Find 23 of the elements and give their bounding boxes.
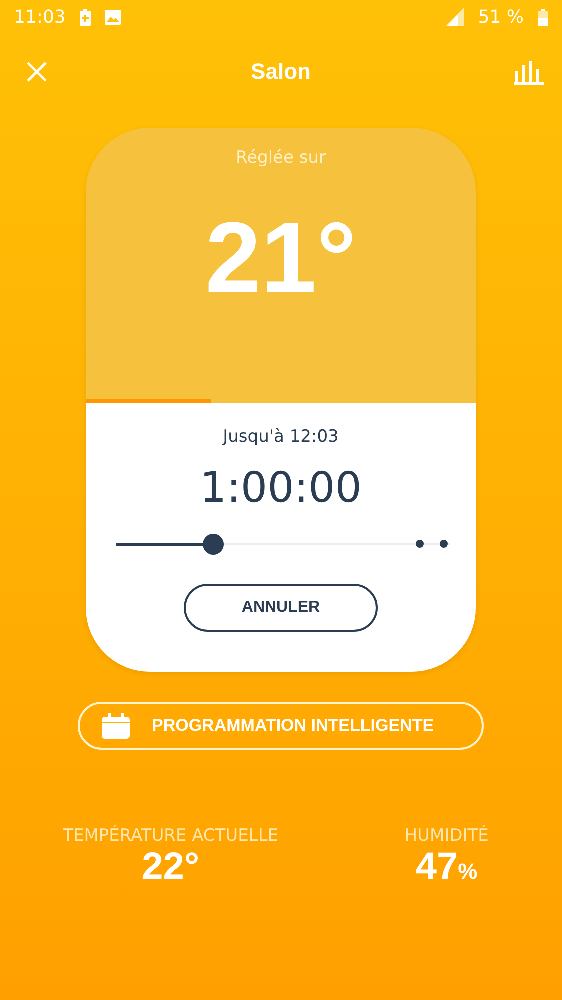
countdown-timer: 1:00:00 xyxy=(200,463,362,512)
unit-label: % xyxy=(458,859,478,885)
calendar-icon xyxy=(102,713,130,739)
slider-tick-dot xyxy=(416,540,424,548)
setpoint-value: 21° xyxy=(205,208,357,308)
signal-icon xyxy=(444,8,464,26)
battery-icon xyxy=(538,8,548,26)
battery-percentage: 51 % xyxy=(478,6,524,28)
reading-label: HUMIDITÉ xyxy=(404,826,489,846)
setpoint-label: Réglée sur xyxy=(236,148,326,168)
slider-tick-dot xyxy=(440,540,448,548)
image-icon xyxy=(104,10,121,24)
reading-label: TEMPÉRATURE ACTUELLE xyxy=(63,826,279,846)
cancel-button[interactable]: ANNULER xyxy=(184,584,378,632)
reading-value: 22° xyxy=(142,846,200,889)
room-title: Salon xyxy=(251,59,311,85)
status-time: 11:03 xyxy=(14,6,66,28)
bar-chart-icon[interactable] xyxy=(514,59,544,85)
slider-thumb[interactable] xyxy=(202,534,224,555)
battery-charging-icon xyxy=(80,8,91,26)
close-icon[interactable] xyxy=(26,61,48,83)
reading-value: 47 xyxy=(416,846,458,889)
end-time-label: Jusqu'à 12:03 xyxy=(223,427,339,447)
